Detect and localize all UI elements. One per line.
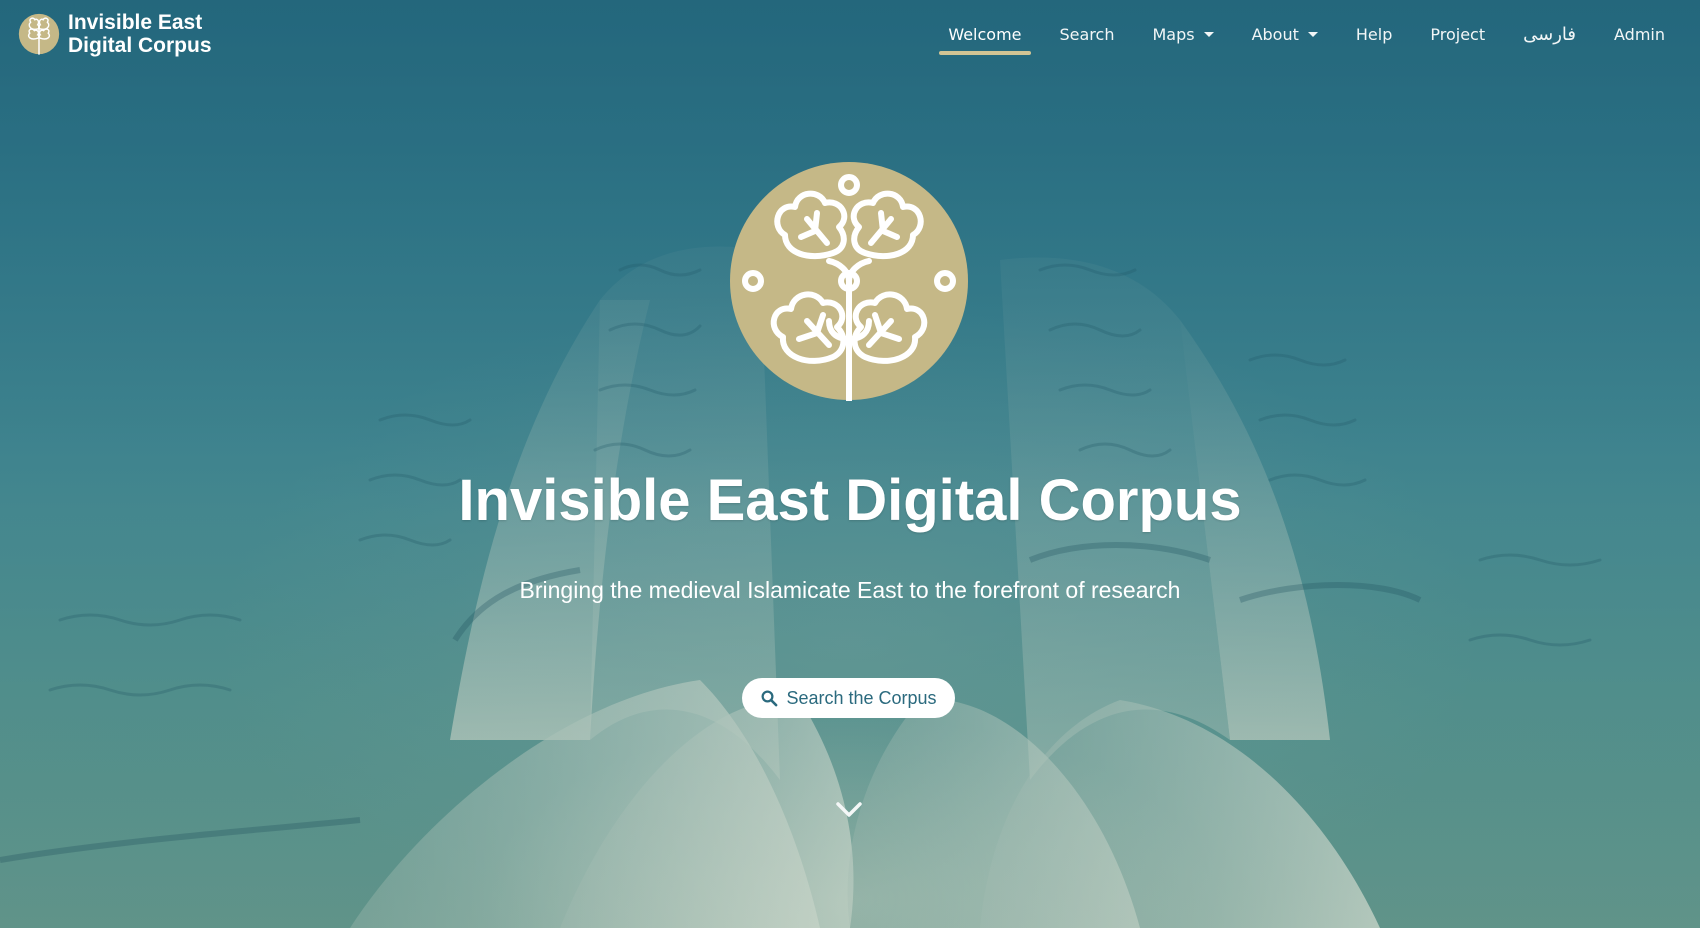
tree-emblem-icon <box>18 13 60 55</box>
brand-link[interactable]: Invisible East Digital Corpus <box>18 11 212 57</box>
nav-admin-label: Admin <box>1614 24 1665 44</box>
tree-emblem-icon <box>730 162 968 401</box>
nav-language-persian[interactable]: فارسی <box>1504 0 1595 68</box>
nav-about-dropdown[interactable]: About <box>1233 0 1337 68</box>
brand-name: Invisible East Digital Corpus <box>68 11 212 57</box>
nav-welcome[interactable]: Welcome <box>929 0 1040 68</box>
nav-search[interactable]: Search <box>1041 0 1134 68</box>
hero-subtitle: Bringing the medieval Islamicate East to… <box>519 577 1181 603</box>
top-navbar: Invisible East Digital Corpus Welcome Se… <box>0 0 1700 68</box>
hero-section: Invisible East Digital Corpus Bringing t… <box>0 0 1700 928</box>
caret-down-icon <box>1307 31 1318 37</box>
nav-links: Welcome Search Maps About Help Project ف… <box>929 0 1684 68</box>
nav-welcome-label: Welcome <box>948 24 1022 44</box>
nav-project-label: Project <box>1430 24 1486 44</box>
nav-persian-label: فارسی <box>1523 23 1576 45</box>
nav-project[interactable]: Project <box>1411 0 1504 68</box>
chevron-down-icon[interactable] <box>834 798 864 822</box>
nav-help[interactable]: Help <box>1337 0 1411 68</box>
search-corpus-button[interactable]: Search the Corpus <box>742 678 955 718</box>
nav-admin[interactable]: Admin <box>1595 0 1684 68</box>
brand-name-line1: Invisible East <box>68 11 203 34</box>
brand-name-line2: Digital Corpus <box>68 34 212 57</box>
hero-title: Invisible East Digital Corpus <box>458 468 1242 533</box>
search-corpus-button-label: Search the Corpus <box>786 687 937 708</box>
nav-about-label: About <box>1251 24 1299 44</box>
search-icon <box>761 690 778 707</box>
nav-maps-dropdown[interactable]: Maps <box>1133 0 1232 68</box>
nav-search-label: Search <box>1059 24 1115 44</box>
nav-maps-label: Maps <box>1152 24 1195 44</box>
nav-help-label: Help <box>1355 24 1393 44</box>
caret-down-icon <box>1203 31 1214 37</box>
